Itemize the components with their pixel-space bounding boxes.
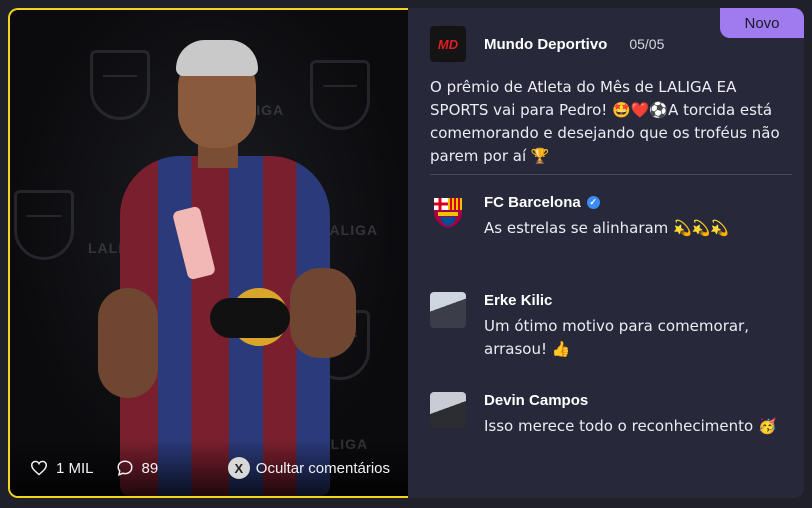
player-hair bbox=[176, 40, 258, 76]
comment-text: Um ótimo motivo para comemorar, arrasou!… bbox=[484, 317, 749, 358]
media-action-bar: 1 MIL 89 X Ocultar comentários bbox=[10, 440, 408, 496]
post-author[interactable]: Mundo Deportivo bbox=[484, 36, 607, 53]
x-button-icon: X bbox=[227, 457, 250, 479]
hide-comments-label: Ocultar comentários bbox=[255, 459, 390, 477]
comment-bubble-icon bbox=[117, 460, 133, 476]
player-glove bbox=[210, 298, 290, 338]
like-count: 1 MIL bbox=[56, 459, 94, 477]
hide-comments-button[interactable]: X Ocultar comentários bbox=[227, 457, 390, 479]
post-media[interactable]: LALIGA LALIGA LALIGA LALIGA 1 MIL bbox=[8, 8, 408, 498]
divider bbox=[430, 174, 792, 175]
post-header: MD Mundo Deportivo 05/05 bbox=[430, 26, 664, 62]
comment-text: As estrelas se alinharam 💫💫💫 bbox=[484, 219, 730, 237]
post-text: O prêmio de Atleta do Mês de LALIGA EA S… bbox=[430, 78, 780, 165]
social-post-card: LALIGA LALIGA LALIGA LALIGA 1 MIL bbox=[0, 0, 812, 508]
fc-barcelona-crest-icon bbox=[434, 198, 462, 228]
user-avatar[interactable] bbox=[430, 392, 466, 428]
commenter-name[interactable]: Erke Kilic bbox=[484, 292, 552, 309]
comment-text: Isso merece todo o reconhecimento 🥳 bbox=[484, 417, 777, 435]
commenter-name[interactable]: FC Barcelona bbox=[484, 194, 581, 211]
player-arm-left bbox=[98, 288, 158, 398]
player-arm-right bbox=[290, 268, 356, 358]
verified-badge-icon: ✓ bbox=[586, 196, 600, 209]
club-crest-watermark bbox=[14, 190, 74, 260]
comment-item: FC Barcelona ✓ As estrelas se alinharam … bbox=[430, 194, 794, 240]
player-figure bbox=[98, 38, 360, 496]
commenter-name[interactable]: Devin Campos bbox=[484, 392, 588, 409]
new-badge: Novo bbox=[720, 8, 804, 38]
heart-icon bbox=[30, 460, 48, 476]
mundo-deportivo-logo-icon: MD bbox=[430, 26, 466, 62]
user-avatar[interactable] bbox=[430, 292, 466, 328]
comment-item: Erke Kilic Um ótimo motivo para comemora… bbox=[430, 292, 794, 361]
like-stat[interactable]: 1 MIL bbox=[30, 460, 94, 477]
comment-item: Devin Campos Isso merece todo o reconhec… bbox=[430, 392, 794, 438]
post-details-panel: Novo MD Mundo Deportivo 05/05 O prêmio d… bbox=[408, 8, 804, 498]
comment-stat[interactable]: 89 bbox=[116, 459, 159, 477]
post-date: 05/05 bbox=[629, 36, 665, 52]
comment-count: 89 bbox=[141, 459, 159, 477]
